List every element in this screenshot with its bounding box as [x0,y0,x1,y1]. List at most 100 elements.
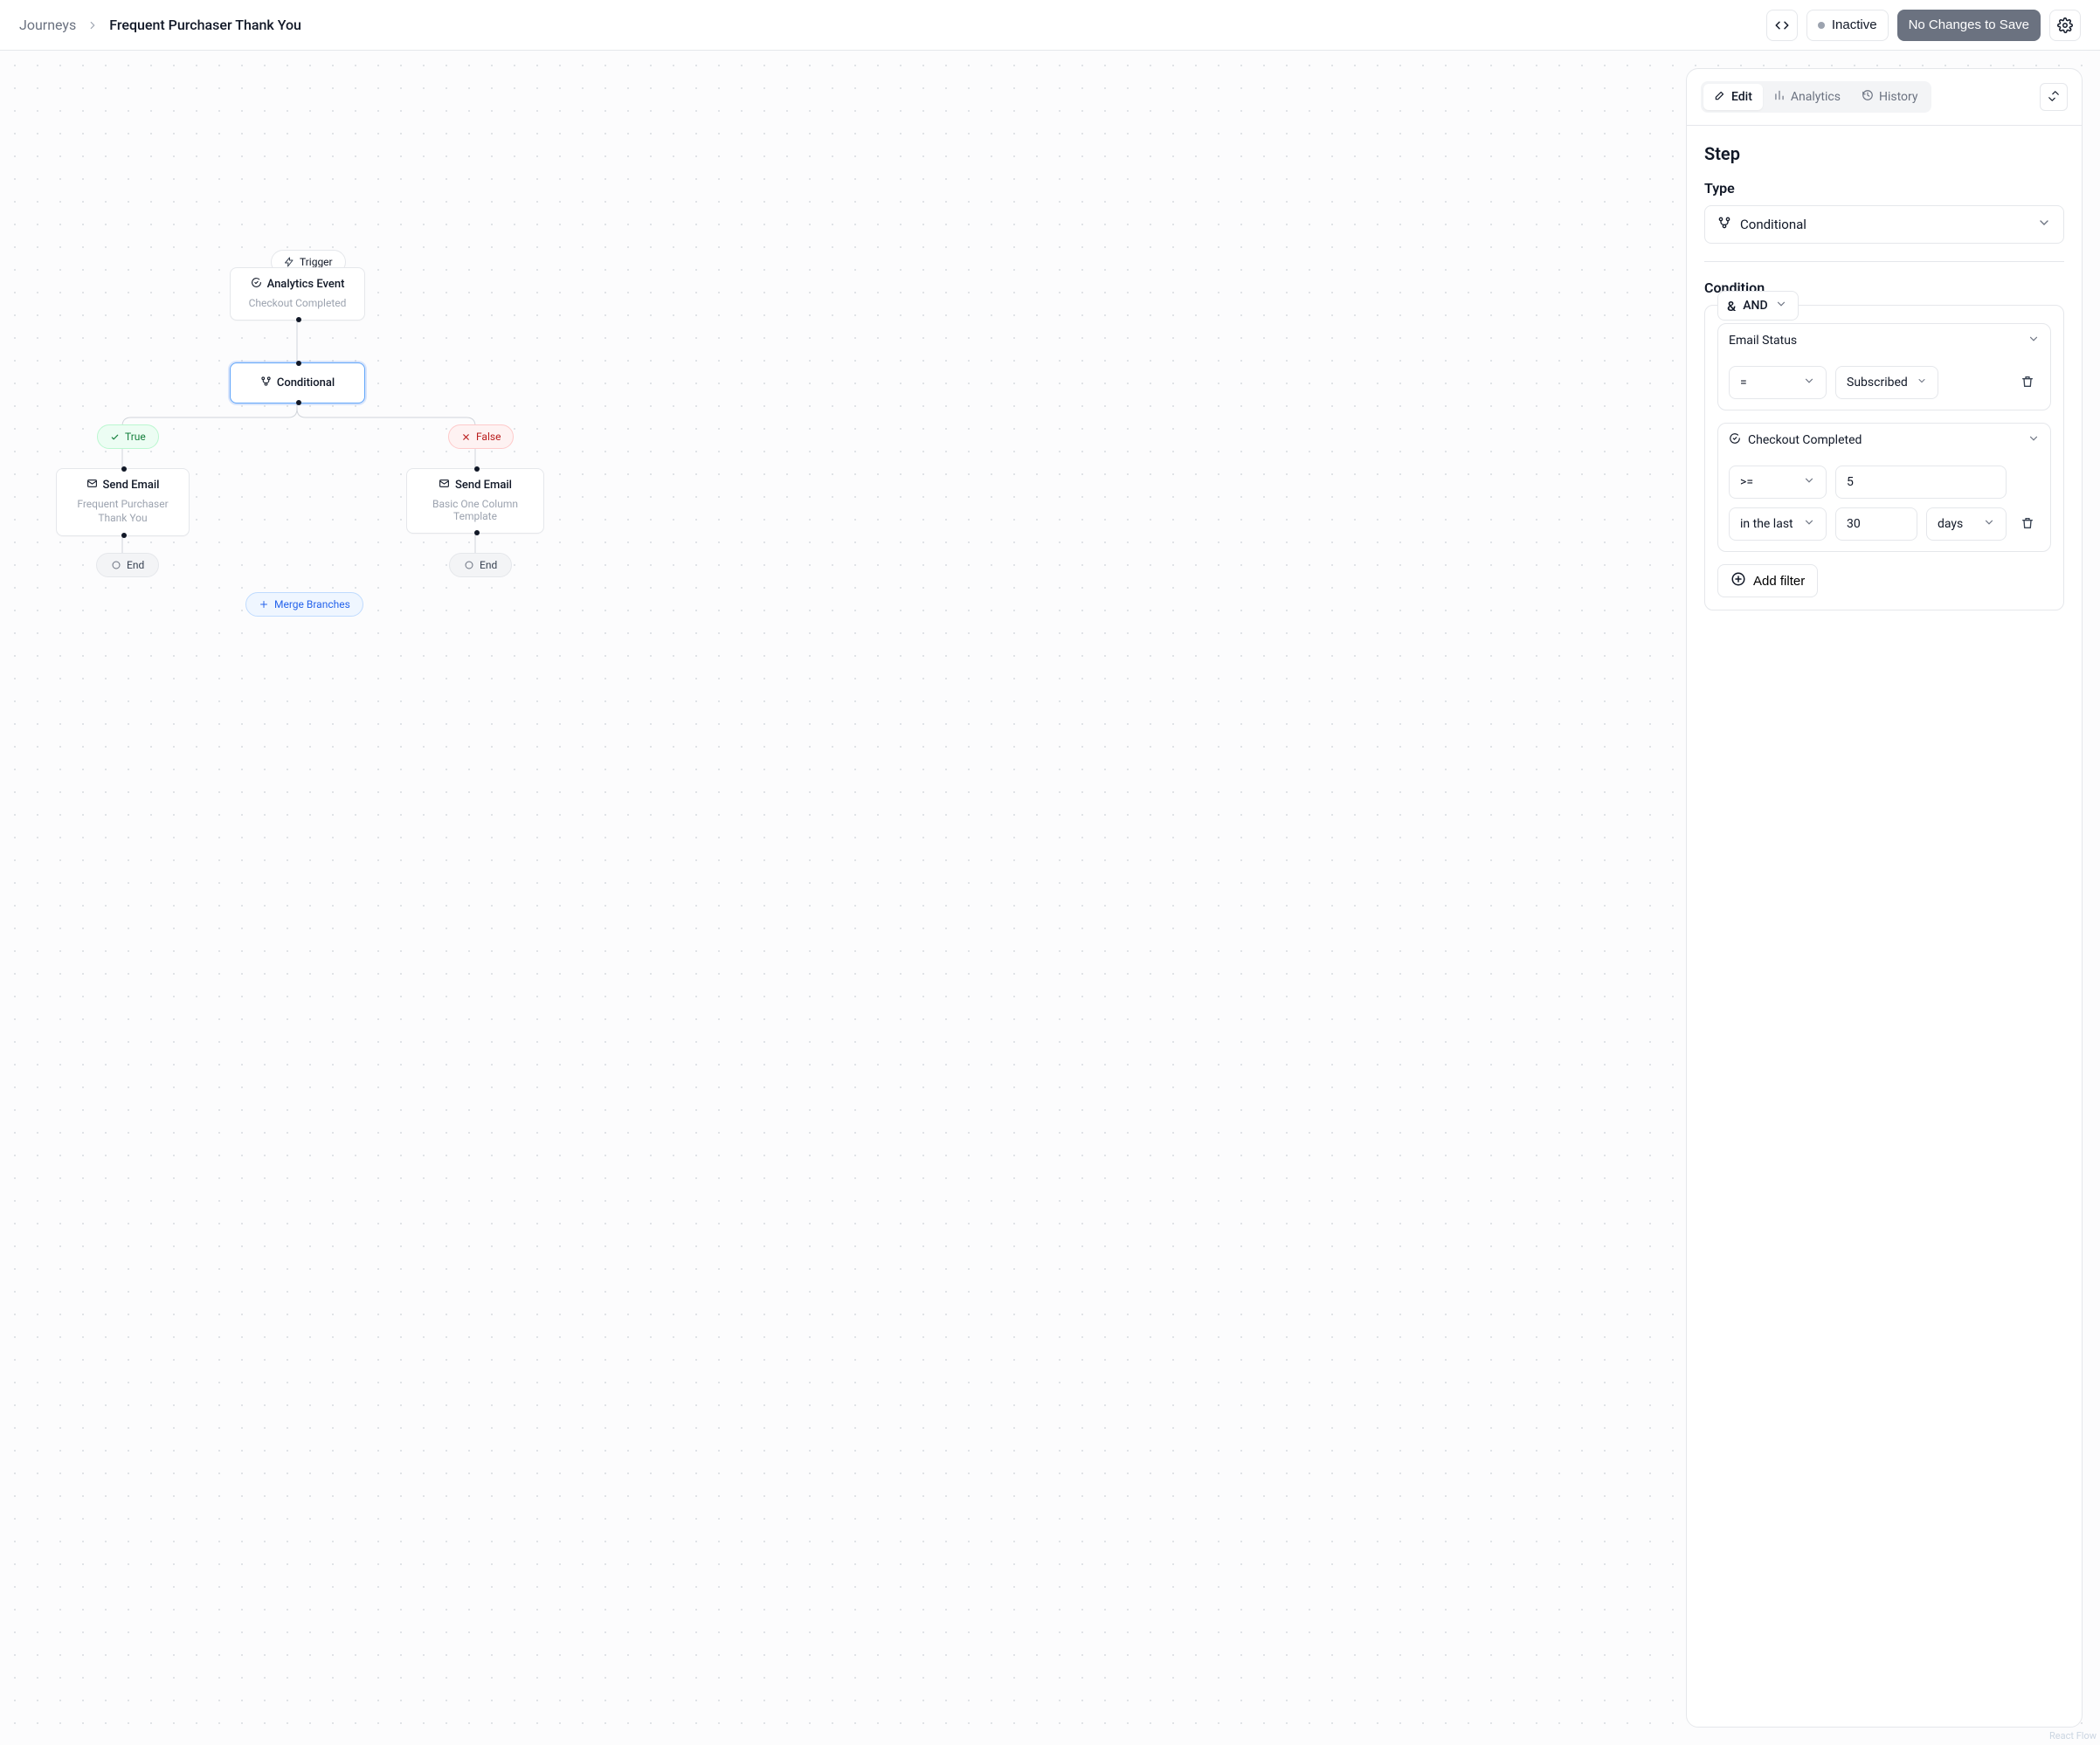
attribution-label: React Flow [2049,1730,2097,1742]
pencil-icon [1714,89,1726,105]
trigger-subtitle: Checkout Completed [246,297,349,309]
chevron-down-icon [1983,516,1995,532]
settings-button[interactable] [2049,10,2081,41]
mail-icon [439,478,450,493]
filter-field-label: Email Status [1729,334,1797,348]
type-label: Type [1704,180,2064,197]
panel-tabs: Edit Analytics History [1701,81,1931,113]
branch-icon [260,376,272,390]
type-select[interactable]: Conditional [1704,205,2064,244]
gear-icon [2057,17,2073,33]
merge-label: Merge Branches [274,598,350,610]
chevron-down-icon [2037,216,2051,233]
false-label: False [476,431,501,443]
plus-circle-icon [1730,571,1746,590]
code-icon [1774,17,1790,33]
check-circle-icon [1729,432,1741,448]
filter-field-select[interactable]: Email Status [1729,333,2040,357]
filter-value-select[interactable]: Subscribed [1835,366,1938,399]
conditional-title: Conditional [277,376,335,390]
step-panel: Edit Analytics History Step Type [1686,68,2083,1728]
tab-edit[interactable]: Edit [1703,84,1763,110]
send-email-true-node[interactable]: Send Email Frequent Purchaser Thank You [56,468,190,536]
filter-value: Subscribed [1847,376,1908,390]
conditional-node[interactable]: Conditional [230,362,365,403]
filter-field-label: Checkout Completed [1748,433,1862,447]
send-email-true-subtitle: Frequent Purchaser Thank You [73,498,173,525]
filter-op-select[interactable]: = [1729,366,1827,399]
filter-op-select[interactable]: >= [1729,466,1827,499]
tab-analytics-label: Analytics [1791,90,1841,104]
trigger-node[interactable]: Analytics Event Checkout Completed [230,267,365,321]
branch-icon [1717,216,1731,233]
save-label: No Changes to Save [1909,17,2029,32]
panel-header: Edit Analytics History [1687,69,2082,126]
send-email-false-node[interactable]: Send Email Basic One Column Template [406,468,544,534]
trigger-label: Trigger [300,256,333,268]
filter-count-input[interactable] [1835,466,2007,499]
chevron-down-icon [1803,516,1815,532]
end-pill-right[interactable]: End [449,553,512,577]
history-icon [1862,89,1874,105]
filter-op-value: = [1740,376,1747,390]
filter-window-unit-select[interactable]: days [1926,507,2007,541]
filter-checkout-completed: Checkout Completed >= [1717,423,2051,552]
trigger-title: Analytics Event [267,278,345,291]
branch-true-pill[interactable]: True [97,424,159,449]
filter-window-value-input[interactable] [1835,507,1917,541]
type-value: Conditional [1740,217,1806,232]
save-button[interactable]: No Changes to Save [1897,10,2041,41]
tab-history-label: History [1879,90,1918,104]
filter-window-unit: days [1938,517,1963,531]
delete-filter-button[interactable] [2015,512,2040,536]
breadcrumb: Journeys Frequent Purchaser Thank You [19,17,301,33]
merge-branches-pill[interactable]: Merge Branches [245,592,363,617]
collapse-button[interactable] [2040,83,2068,111]
chevron-down-icon [1775,298,1787,314]
filter-window-rel-select[interactable]: in the last [1729,507,1827,541]
end-label: End [127,559,144,571]
filter-window-rel: in the last [1740,517,1793,531]
x-icon [461,432,471,442]
send-email-false-title: Send Email [455,479,512,492]
breadcrumb-root[interactable]: Journeys [19,17,76,33]
tab-history[interactable]: History [1851,84,1929,110]
end-pill-left[interactable]: End [96,553,159,577]
chevron-down-icon [1917,376,1927,390]
bar-chart-icon [1773,89,1786,105]
add-filter-button[interactable]: Add filter [1717,564,1818,597]
true-label: True [125,431,146,443]
delete-filter-button[interactable] [2015,370,2040,395]
trash-icon [2021,516,2034,533]
logic-label: AND [1743,299,1767,313]
end-label: End [480,559,497,571]
mail-icon [86,478,98,493]
send-email-false-subtitle: Basic One Column Template [423,498,528,522]
check-icon [110,432,120,442]
branch-false-pill[interactable]: False [448,424,514,449]
check-circle-icon [251,277,262,292]
logic-selector[interactable]: & AND [1717,291,1799,321]
panel-body: Step Type Conditional Condition & AND [1687,126,2082,631]
chevron-down-icon [2027,333,2040,348]
send-email-true-title: Send Email [103,479,160,492]
chevron-down-icon [1803,375,1815,390]
status-dot-icon [1818,22,1825,29]
step-heading: Step [1704,143,2064,164]
circle-icon [111,560,121,570]
condition-group: & AND Email Status = [1704,305,2064,610]
chevron-right-icon [86,19,99,31]
status-button[interactable]: Inactive [1806,10,1889,41]
chevron-down-icon [2027,432,2040,448]
filter-field-select[interactable]: Checkout Completed [1729,432,2040,457]
app-header: Journeys Frequent Purchaser Thank You In… [0,0,2100,51]
tab-edit-label: Edit [1731,90,1752,104]
filter-count-value[interactable] [1847,475,1995,489]
minimize-icon [2048,89,2060,106]
tab-analytics[interactable]: Analytics [1763,84,1851,110]
divider [1704,261,2064,262]
breadcrumb-current: Frequent Purchaser Thank You [109,17,301,33]
circle-icon [464,560,474,570]
code-button[interactable] [1766,10,1798,41]
filter-window-value[interactable] [1847,517,1906,531]
